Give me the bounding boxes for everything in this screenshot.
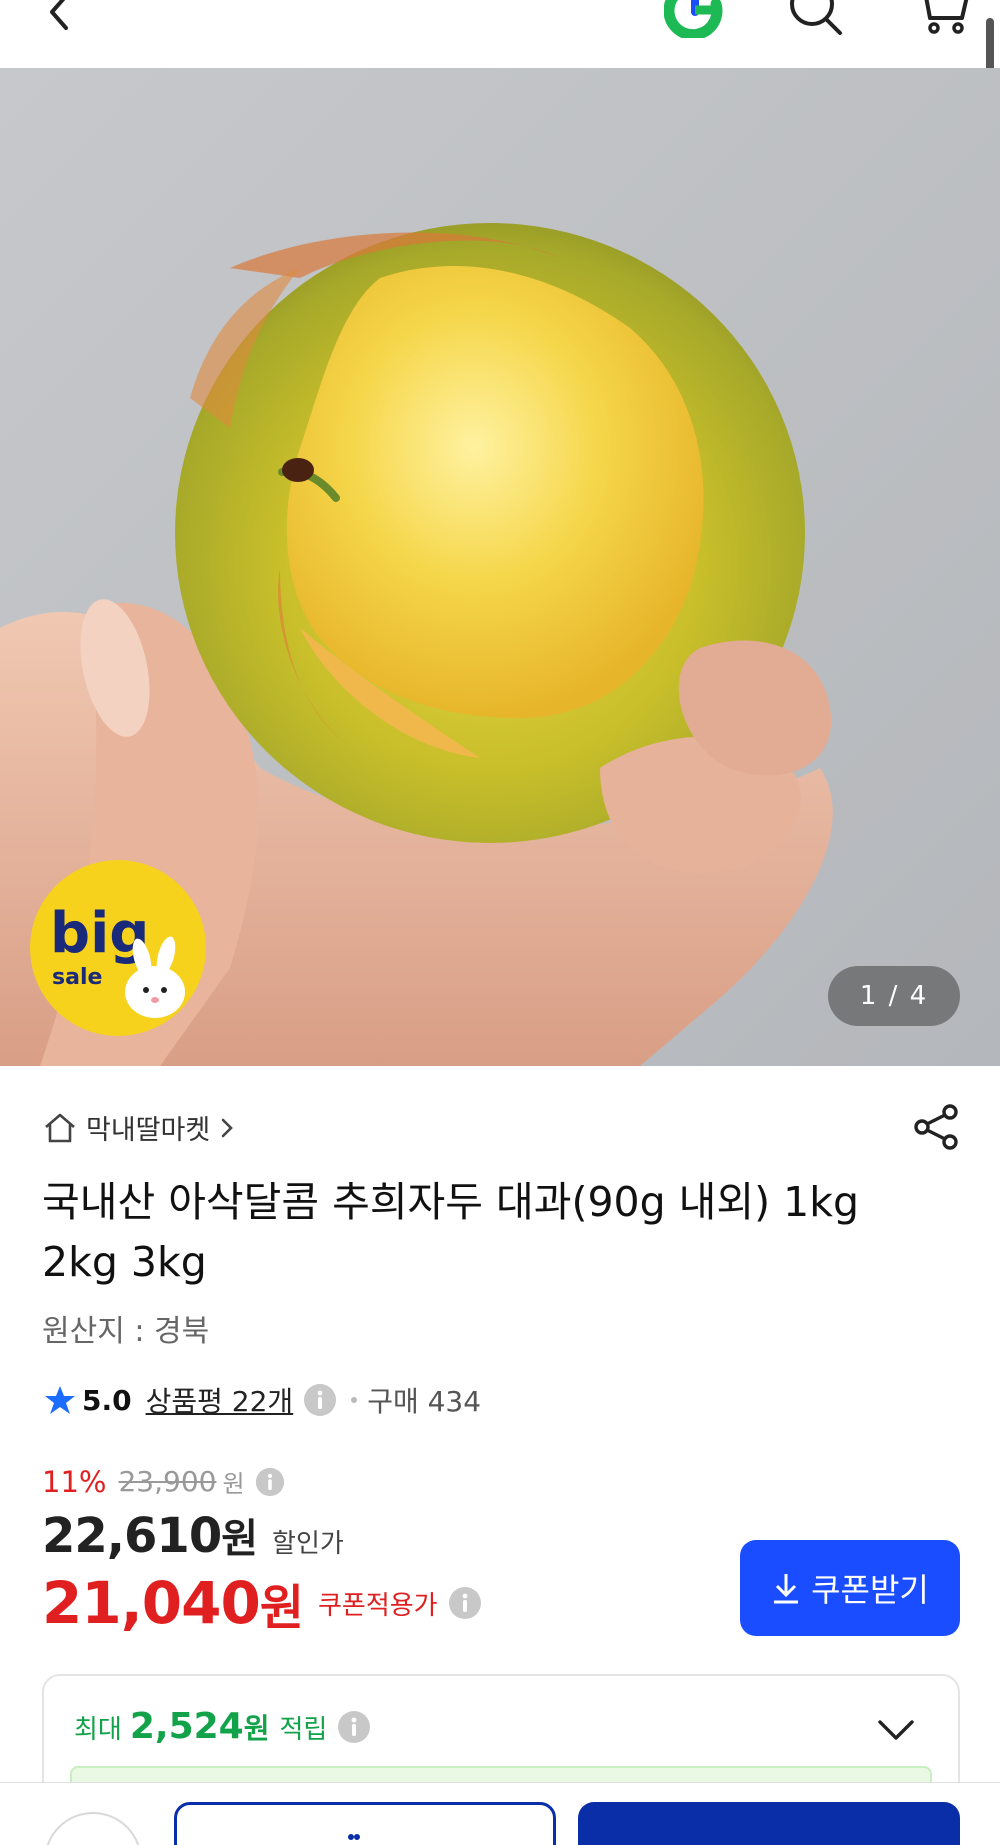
cart-button[interactable] (174, 1802, 556, 1845)
original-price-unit: 원 (222, 1470, 245, 1498)
product-title: 국내산 아삭달콤 추희자두 대과(90g 내외) 1kg 2kg 3kg (42, 1178, 860, 1286)
original-price: 23,900 (118, 1465, 217, 1498)
cart-button-icon (348, 1834, 360, 1840)
points-suffix: 적립 (279, 1715, 328, 1745)
info-icon[interactable] (337, 1710, 371, 1744)
points-row: 최대 2,524 원 적립 (74, 1706, 371, 1747)
chevron-left-icon[interactable] (40, 0, 80, 40)
origin-label: 원산지 : 경북 (42, 1314, 210, 1349)
big-sale-badge: big sale (30, 860, 206, 1036)
purchase-count: 구매 434 (367, 1385, 482, 1418)
coupon-price-row: 21,040 원 쿠폰적용가 (42, 1568, 482, 1638)
search-icon[interactable] (786, 0, 846, 42)
coupon-price: 21,040 (42, 1569, 261, 1637)
reviews-link[interactable]: 상품평 22개 (146, 1380, 294, 1420)
discount-percent: 11% (42, 1464, 107, 1499)
original-price-row: 11% 23,900 원 (42, 1464, 285, 1499)
rating-score: 5.0 (82, 1383, 132, 1417)
sale-price-unit: 원 (221, 1516, 259, 1562)
coupon-price-unit: 원 (259, 1580, 304, 1636)
get-coupon-label: 쿠폰받기 (811, 1571, 929, 1609)
star-icon (45, 1386, 75, 1414)
points-unit: 원 (243, 1712, 270, 1745)
top-bar (0, 0, 1000, 68)
info-icon[interactable] (448, 1586, 482, 1620)
info-icon[interactable] (255, 1467, 285, 1497)
chevron-right-icon (221, 1118, 234, 1137)
get-coupon-button[interactable]: 쿠폰받기 (740, 1540, 960, 1636)
coupon-price-label: 쿠폰적용가 (318, 1590, 438, 1621)
cart-icon[interactable] (912, 0, 972, 42)
separator-dot (351, 1397, 358, 1403)
buy-now-button[interactable] (578, 1802, 960, 1845)
sale-price-row: 22,610 원 할인가 (42, 1506, 344, 1564)
chevron-down-icon[interactable] (876, 1714, 916, 1748)
share-icon[interactable] (912, 1102, 962, 1152)
product-image-carousel[interactable]: big sale 1 / 4 (0, 68, 1000, 1066)
image-counter: 1 / 4 (828, 966, 960, 1026)
rating-row: 5.0 상품평 22개 구매 434 (44, 1380, 481, 1420)
download-icon (774, 1574, 799, 1604)
svg-text:sale: sale (52, 965, 102, 990)
sale-price-label: 할인가 (272, 1529, 344, 1559)
g-logo-icon[interactable] (664, 0, 726, 38)
info-icon[interactable] (303, 1383, 337, 1417)
sale-price: 22,610 (42, 1508, 222, 1564)
points-prefix: 최대 (74, 1715, 122, 1745)
store-link[interactable]: 막내딸마켓 (42, 1108, 236, 1147)
store-name: 막내딸마켓 (86, 1115, 211, 1146)
points-amount: 2,524 (129, 1706, 244, 1747)
home-icon (45, 1113, 75, 1142)
